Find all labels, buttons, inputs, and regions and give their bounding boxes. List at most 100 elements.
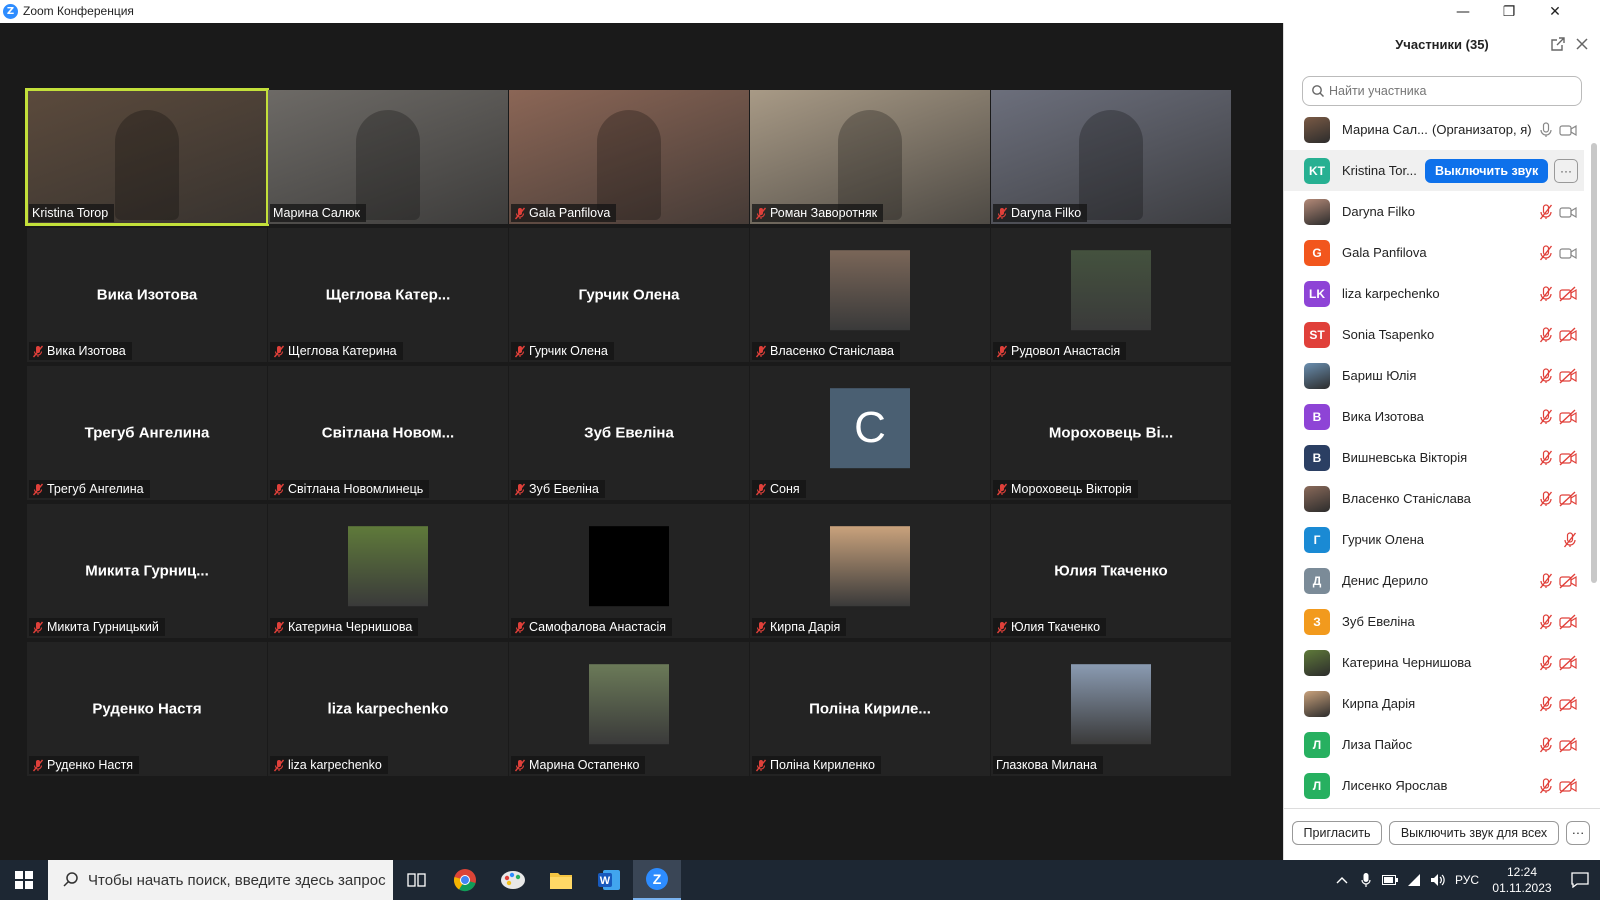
language-indicator[interactable]: РУС — [1450, 860, 1484, 900]
participant-tile[interactable]: Глазкова Милана — [991, 642, 1231, 776]
mic-muted-icon — [755, 207, 767, 219]
participant-tile[interactable]: C Соня — [750, 366, 990, 500]
taskbar-zoom[interactable]: Z — [633, 860, 681, 900]
tile-center-name: Гурчик Олена — [578, 286, 680, 304]
taskbar-chrome[interactable] — [441, 860, 489, 900]
participant-row[interactable]: Д Денис Дерило — [1284, 560, 1584, 601]
minimize-button[interactable]: — — [1440, 0, 1486, 23]
participant-row[interactable]: З Зуб Евеліна — [1284, 601, 1584, 642]
close-window-button[interactable]: ✕ — [1532, 0, 1578, 23]
mute-participant-button[interactable]: Выключить звук — [1425, 158, 1549, 183]
participant-tile[interactable]: Щеглова Катер... Щеглова Катерина — [268, 228, 508, 362]
more-options-button[interactable]: ··· — [1566, 821, 1590, 845]
folder-icon — [550, 873, 572, 889]
participant-row[interactable]: Бариш Юлія — [1284, 355, 1584, 396]
participant-tile[interactable]: Микита Гурниц... Микита Гурницький — [27, 504, 267, 638]
tile-center-name: liza karpechenko — [327, 700, 449, 718]
mic-muted-icon — [755, 345, 767, 357]
notifications-icon[interactable] — [1560, 860, 1600, 900]
participant-name: Власенко Станіслава — [1342, 491, 1471, 506]
start-button[interactable] — [0, 860, 48, 900]
volume-icon[interactable] — [1426, 860, 1450, 900]
task-view-button[interactable] — [393, 860, 441, 900]
scrollbar[interactable] — [1591, 143, 1597, 583]
participant-tile[interactable]: Руденко Настя Руденко Настя — [27, 642, 267, 776]
participant-name: Gala Panfilova — [1342, 245, 1427, 260]
participant-tile[interactable]: Власенко Станіслава — [750, 228, 990, 362]
mute-all-button[interactable]: Выключить звук для всех — [1389, 821, 1559, 845]
participant-search[interactable] — [1302, 76, 1582, 106]
participant-tile[interactable]: liza karpechenko liza karpechenko — [268, 642, 508, 776]
invite-button[interactable]: Пригласить — [1292, 821, 1382, 845]
participant-row[interactable]: Кирпа Дарія — [1284, 683, 1584, 724]
taskbar-file-explorer[interactable] — [537, 860, 585, 900]
participant-tile[interactable]: Кирпа Дарія — [750, 504, 990, 638]
participant-tile[interactable]: Kristina Torop — [25, 88, 269, 226]
taskbar-paint[interactable] — [489, 860, 537, 900]
mic-muted-icon — [1539, 777, 1553, 794]
microphone-icon[interactable] — [1354, 860, 1378, 900]
participant-tile[interactable]: Вика Изотова Вика Изотова — [27, 228, 267, 362]
camera-off-icon — [1559, 449, 1577, 466]
taskbar-word[interactable]: W — [585, 860, 633, 900]
restore-button[interactable]: ❐ — [1486, 0, 1532, 23]
windows-taskbar: Чтобы начать поиск, введите здесь запрос — [0, 860, 1600, 900]
tile-name-label: Daryna Filko — [1011, 206, 1082, 220]
participant-tile[interactable]: Зуб Евеліна Зуб Евеліна — [509, 366, 749, 500]
participant-row[interactable]: Катерина Чернишова — [1284, 642, 1584, 683]
participant-row[interactable]: Л Лисенко Ярослав — [1284, 765, 1584, 799]
chevron-up-icon[interactable] — [1330, 860, 1354, 900]
participant-tile[interactable]: Рудовол Анастасія — [991, 228, 1231, 362]
taskbar-search[interactable]: Чтобы начать поиск, введите здесь запрос — [48, 860, 393, 900]
tile-name-bar: Власенко Станіслава — [752, 342, 900, 360]
window-title: Zoom Конференция — [23, 4, 134, 18]
participant-row[interactable]: Власенко Станіслава — [1284, 478, 1584, 519]
clock[interactable]: 12:24 01.11.2023 — [1484, 864, 1560, 896]
participant-tile[interactable]: Катерина Чернишова — [268, 504, 508, 638]
tile-name-bar: Світлана Новомлинець — [270, 480, 430, 498]
mic-muted-icon — [755, 621, 767, 633]
tile-name-bar: Соня — [752, 480, 806, 498]
tile-name-label: Власенко Станіслава — [770, 344, 894, 358]
participant-tile[interactable]: Мороховець Ві... Мороховець Вікторія — [991, 366, 1231, 500]
tile-name-bar: Руденко Настя — [29, 756, 140, 774]
participants-panel: Участники (35) Марина Сал...(Организатор… — [1283, 23, 1600, 860]
participant-tile[interactable]: Трегуб Ангелина Трегуб Ангелина — [27, 366, 267, 500]
pop-out-icon[interactable] — [1550, 36, 1566, 52]
tile-name-label: Роман Заворотняк — [770, 206, 878, 220]
participant-tile[interactable]: Daryna Filko — [991, 90, 1231, 224]
participant-more-button[interactable]: ··· — [1554, 158, 1578, 183]
participant-row[interactable]: Daryna Filko — [1284, 191, 1584, 232]
mic-muted-icon — [1539, 244, 1553, 261]
battery-icon[interactable] — [1378, 860, 1402, 900]
participant-row[interactable]: B Вика Изотова — [1284, 396, 1584, 437]
camera-off-icon — [1559, 367, 1577, 384]
participant-row[interactable]: G Gala Panfilova — [1284, 232, 1584, 273]
participant-row[interactable]: Г Гурчик Олена — [1284, 519, 1584, 560]
participant-row[interactable]: Л Лиза Пайос — [1284, 724, 1584, 765]
participant-avatar — [1304, 362, 1330, 389]
participant-tile[interactable]: Gala Panfilova — [509, 90, 749, 224]
participant-row[interactable]: KT Kristina Tor... Выключить звук ··· — [1284, 150, 1584, 191]
participant-row[interactable]: B Вишневська Вікторія — [1284, 437, 1584, 478]
participant-name: Вика Изотова — [1342, 409, 1424, 424]
mic-muted-icon — [1539, 203, 1553, 220]
search-input[interactable] — [1329, 84, 1569, 98]
participant-tile[interactable]: Світлана Новом... Світлана Новомлинець — [268, 366, 508, 500]
participant-row[interactable]: ST Sonia Tsapenko — [1284, 314, 1584, 355]
participant-tile[interactable]: Роман Заворотняк — [750, 90, 990, 224]
participant-tile[interactable]: Гурчик Олена Гурчик Олена — [509, 228, 749, 362]
close-icon[interactable] — [1574, 36, 1590, 52]
participant-tile[interactable]: Марина Салюк — [268, 90, 508, 224]
participant-tile[interactable]: Марина Остапенко — [509, 642, 749, 776]
tile-name-label: Марина Салюк — [273, 206, 361, 220]
mic-muted-icon — [1539, 654, 1553, 671]
profile-photo — [589, 526, 669, 607]
wifi-icon[interactable] — [1402, 860, 1426, 900]
participant-row[interactable]: LK liza karpechenko — [1284, 273, 1584, 314]
participant-name: Kristina Tor... — [1342, 163, 1417, 178]
participant-tile[interactable]: Самофалова Анастасія — [509, 504, 749, 638]
participant-tile[interactable]: Юлия Ткаченко Юлия Ткаченко — [991, 504, 1231, 638]
participant-tile[interactable]: Поліна Кириле... Поліна Кириленко — [750, 642, 990, 776]
participant-row[interactable]: Марина Сал... (Организатор, я) — [1284, 109, 1584, 150]
